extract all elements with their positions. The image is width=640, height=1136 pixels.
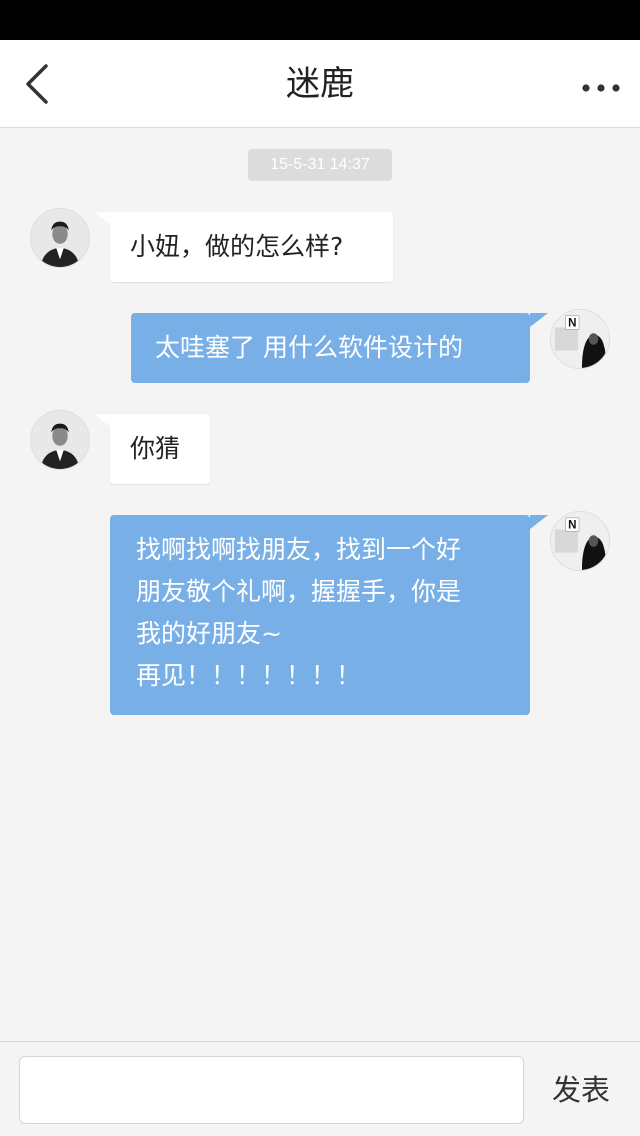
- message-bubble-incoming[interactable]: 你猜: [110, 414, 210, 484]
- contact-avatar[interactable]: [30, 410, 90, 470]
- message-text-line: 我的好朋友~: [136, 619, 282, 648]
- message-text: 你猜: [130, 434, 181, 463]
- svg-text:N: N: [568, 316, 576, 329]
- user-avatar[interactable]: N: [550, 511, 610, 571]
- send-button[interactable]: 发表: [540, 1066, 622, 1114]
- more-button[interactable]: [578, 68, 626, 100]
- message-timestamp: 15-5-31 14:37: [248, 149, 392, 181]
- message-bubble-incoming[interactable]: 小妞，做的怎么样?: [110, 212, 393, 282]
- message-bubble-outgoing[interactable]: 找啊找啊找朋友，找到一个好 朋友敬个礼啊，握握手，你是 我的好朋友~ 再见！！！…: [110, 515, 530, 715]
- composer-bar: 发表: [0, 1041, 640, 1136]
- ellipsis-icon: [582, 84, 620, 92]
- message-text-line: 朋友敬个礼啊，握握手，你是: [136, 577, 462, 606]
- user-avatar[interactable]: N: [550, 309, 610, 369]
- man-avatar-icon: [31, 209, 89, 267]
- man-avatar-icon: [31, 411, 89, 469]
- bubble-tail: [530, 515, 548, 529]
- bubble-tail: [530, 313, 548, 327]
- message-text: 小妞，做的怎么样?: [130, 232, 344, 261]
- svg-text:N: N: [568, 518, 576, 531]
- message-text: 太哇塞了 用什么软件设计的: [155, 333, 463, 362]
- nav-bar: 迷鹿: [0, 40, 640, 128]
- message-bubble-outgoing[interactable]: 太哇塞了 用什么软件设计的: [131, 313, 530, 383]
- page-title: 迷鹿: [286, 64, 354, 104]
- status-bar: [0, 0, 640, 40]
- message-input[interactable]: [19, 1056, 524, 1124]
- message-text-line: 再见！！！！！！！: [136, 661, 362, 690]
- woman-avatar-icon: N: [551, 310, 609, 368]
- contact-avatar[interactable]: [30, 208, 90, 268]
- woman-avatar-icon: N: [551, 512, 609, 570]
- message-text-line: 找啊找啊找朋友，找到一个好: [136, 535, 462, 564]
